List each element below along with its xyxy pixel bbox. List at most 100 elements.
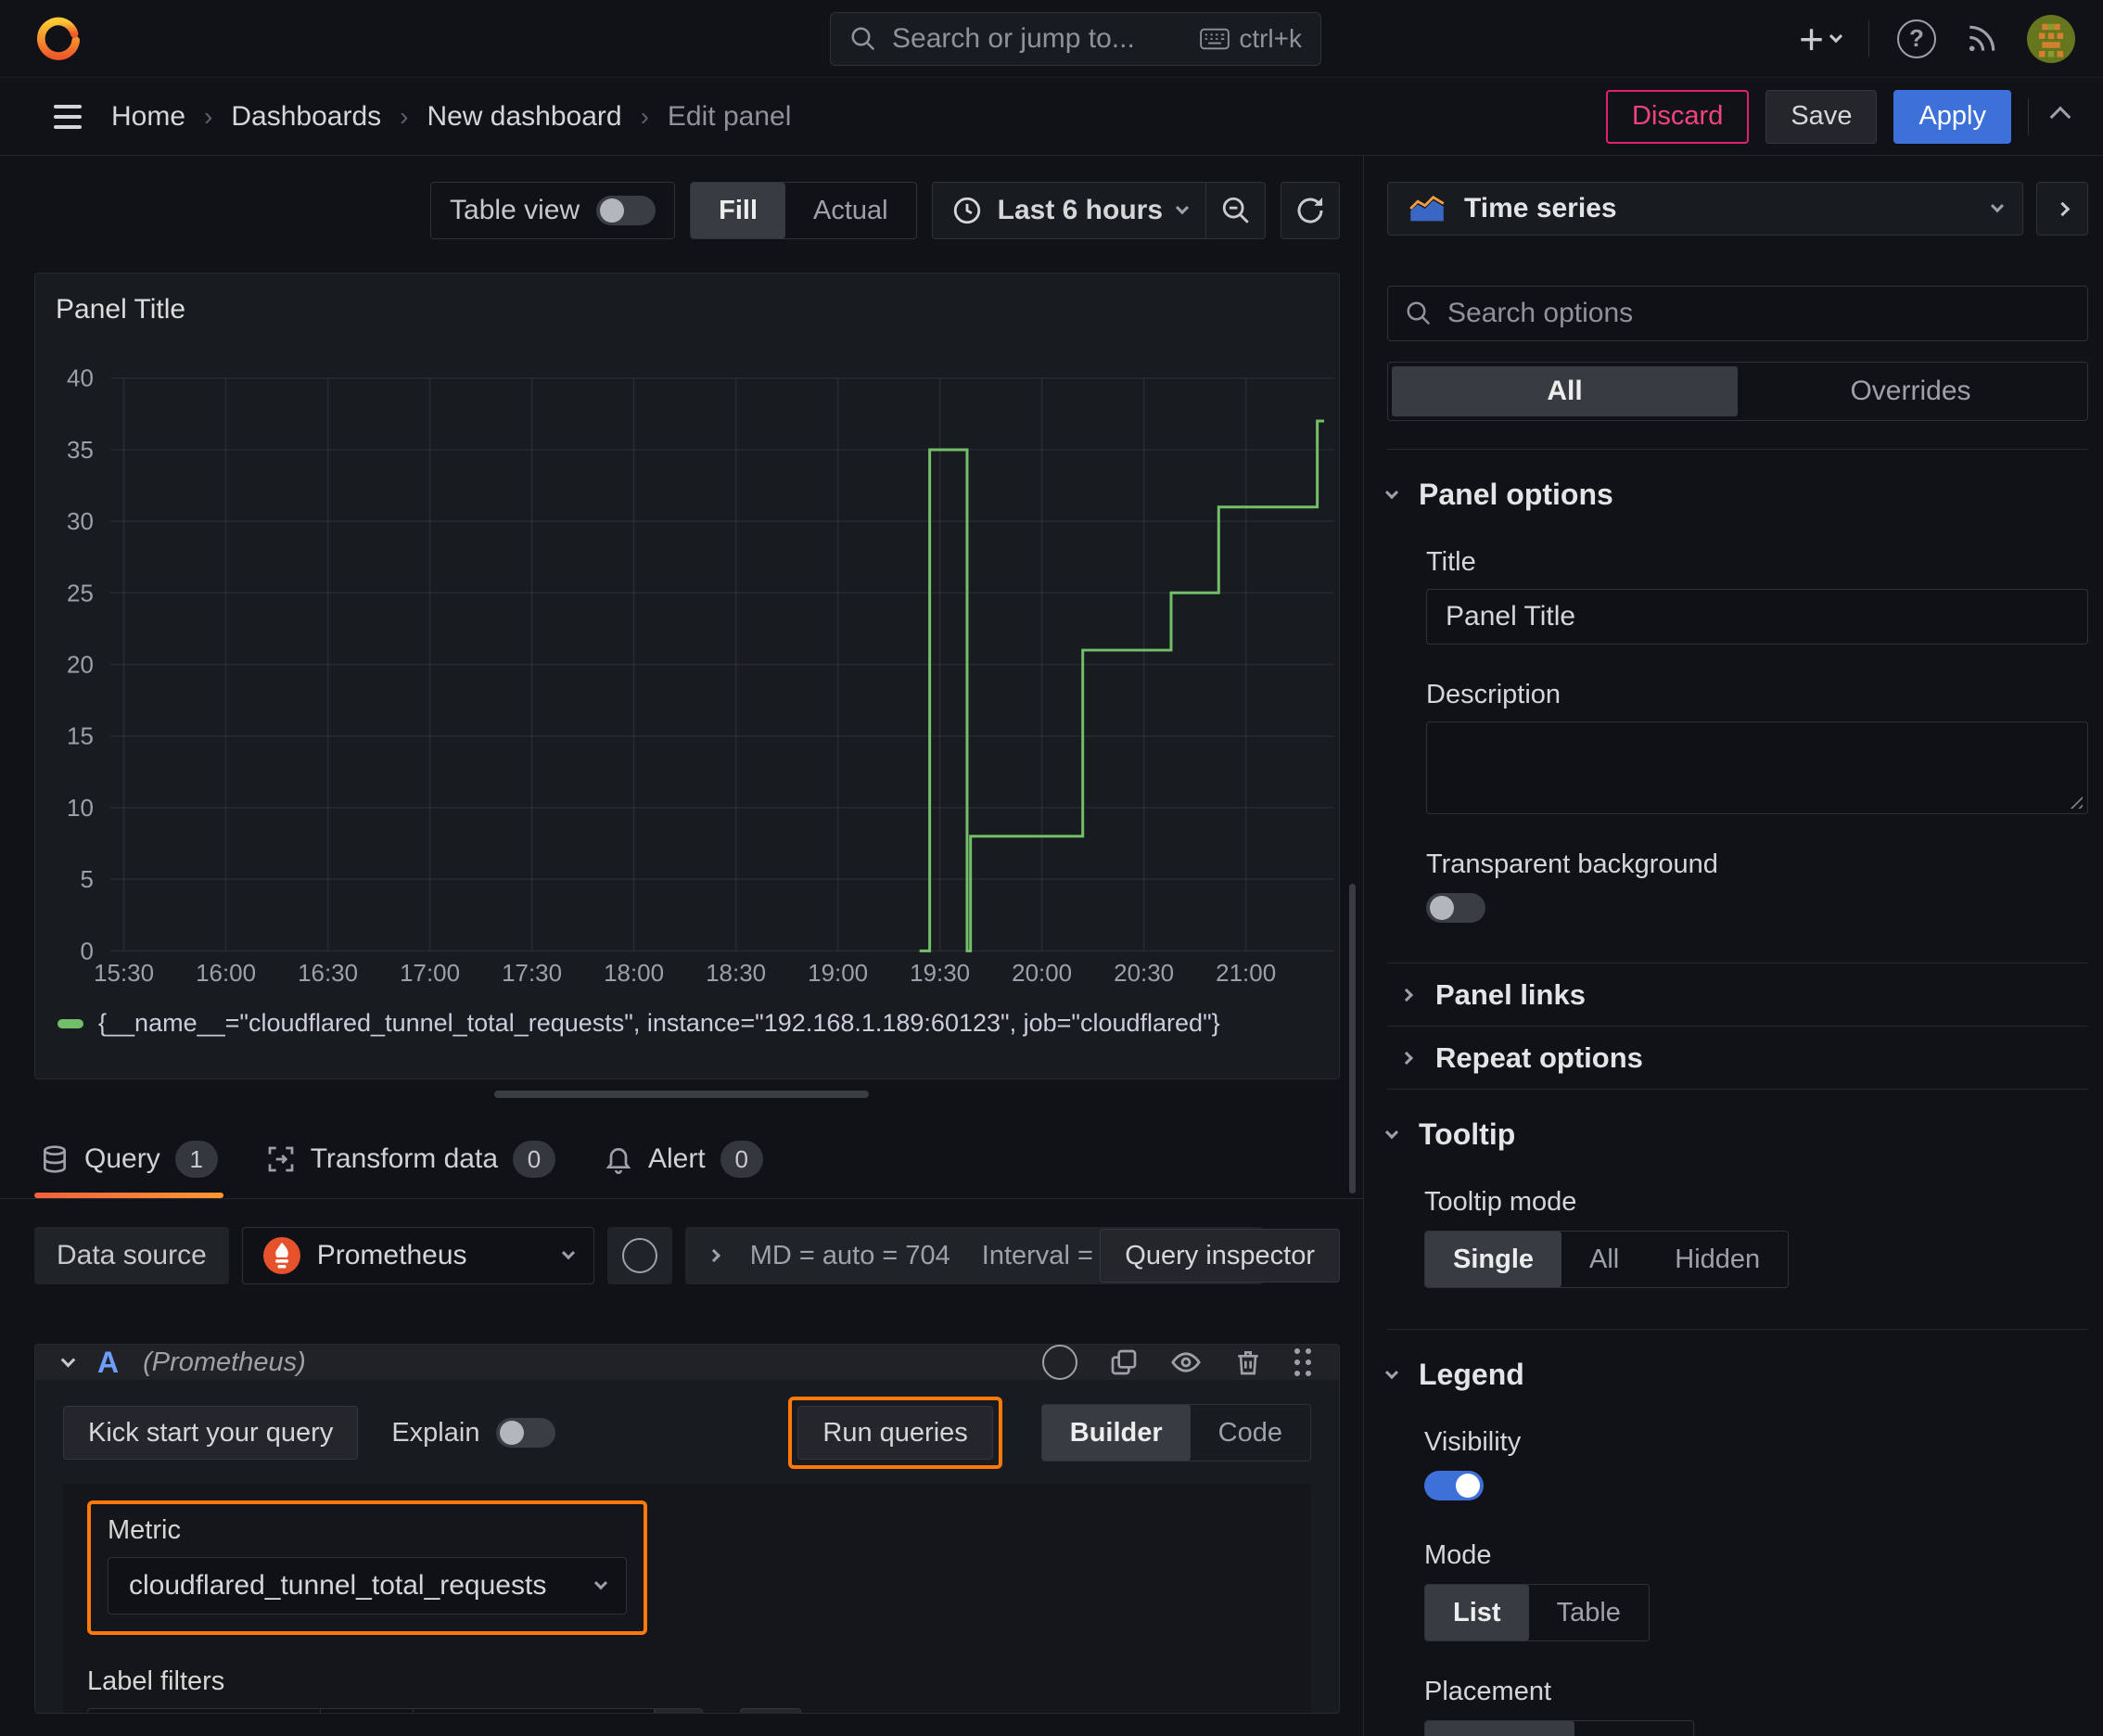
panel-editor-column: Table view Fill Actual Last 6 hours Pane… [0, 156, 1363, 1736]
query-row-header[interactable]: A (Prometheus) [35, 1345, 1339, 1380]
tab-transform-data[interactable]: Transform data 0 [261, 1131, 561, 1198]
add-menu-button[interactable]: + [1799, 14, 1843, 64]
legend-header[interactable]: Legend [1384, 1358, 2088, 1392]
datasource-picker[interactable]: Prometheus [241, 1227, 594, 1284]
breadcrumb-home[interactable]: Home [111, 101, 185, 133]
actual-option[interactable]: Actual [785, 183, 916, 238]
svg-text:20: 20 [67, 653, 94, 679]
duplicate-query-icon[interactable] [1109, 1347, 1139, 1377]
title-label: Title [1426, 547, 1476, 577]
grafana-logo-icon[interactable] [35, 16, 82, 62]
search-options-input[interactable]: Search options [1387, 286, 2088, 341]
help-icon[interactable]: ? [1897, 19, 1936, 58]
tooltip-header[interactable]: Tooltip [1384, 1117, 2088, 1152]
save-button[interactable]: Save [1765, 89, 1878, 144]
legend-placement-bottom[interactable]: Bottom [1425, 1721, 1575, 1736]
global-search-input[interactable]: Search or jump to... ctrl+k [830, 12, 1321, 66]
legend-mode-table[interactable]: Table [1529, 1585, 1649, 1640]
datasource-help-button[interactable] [606, 1227, 672, 1284]
panel-preview: Panel Title 0 5 10 15 20 25 30 35 40 15:30 16:00 16… [34, 273, 1340, 1079]
menu-toggle-icon[interactable] [54, 104, 82, 129]
collapse-query-chevron-icon[interactable] [60, 1352, 76, 1367]
transparent-background-toggle[interactable] [1426, 893, 1485, 923]
svg-text:15:30: 15:30 [94, 961, 154, 987]
explain-toggle[interactable] [496, 1418, 556, 1448]
search-placeholder: Search or jump to... [892, 23, 1135, 54]
legend-mode-list[interactable]: List [1425, 1585, 1529, 1640]
tooltip-mode-hidden[interactable]: Hidden [1647, 1232, 1788, 1287]
table-view-control: Table view [430, 182, 676, 239]
query-builder-editor: Metric cloudflared_tunnel_total_requests… [63, 1484, 1311, 1713]
visualization-picker[interactable]: Time series [1387, 182, 2023, 236]
kick-start-query-button[interactable]: Kick start your query [63, 1406, 359, 1460]
tab-query-label: Query [84, 1143, 160, 1174]
panel-options-header[interactable]: Panel options [1384, 478, 2088, 512]
tooltip-mode-single[interactable]: Single [1425, 1232, 1562, 1287]
query-help-icon[interactable] [1042, 1345, 1077, 1380]
time-range-button[interactable]: Last 6 hours [933, 195, 1205, 226]
fill-option[interactable]: Fill [691, 183, 786, 238]
delete-query-trash-icon[interactable] [1233, 1347, 1263, 1377]
metric-value: cloudflared_tunnel_total_requests [129, 1570, 547, 1601]
clock-icon [953, 197, 980, 224]
repeat-options-section[interactable]: Repeat options [1387, 1027, 2088, 1090]
collapse-options-button[interactable] [2036, 182, 2088, 236]
svg-text:19:00: 19:00 [808, 961, 868, 987]
add-filter-button[interactable]: + [740, 1708, 801, 1713]
legend-visibility-toggle[interactable] [1424, 1471, 1484, 1500]
query-inspector-button[interactable]: Query inspector [1100, 1229, 1340, 1283]
svg-text:5: 5 [80, 867, 93, 893]
svg-text:18:00: 18:00 [604, 961, 664, 987]
select-label-dropdown[interactable]: Select label [87, 1708, 321, 1713]
tab-transform-badge: 0 [513, 1141, 555, 1178]
editor-scrollbar[interactable] [1349, 884, 1356, 1194]
svg-text:16:00: 16:00 [196, 961, 256, 987]
remove-filter-button[interactable]: × [655, 1708, 703, 1713]
tab-alert-badge: 0 [720, 1141, 763, 1178]
pane-resize-handle[interactable] [494, 1091, 869, 1098]
pane-size-segment: Fill Actual [690, 182, 917, 239]
options-expand-chevron-icon [707, 1248, 720, 1263]
timeseries-chart[interactable]: 0 5 10 15 20 25 30 35 40 15:30 16:00 16:30 17:00 17:3… [35, 274, 1339, 1079]
table-view-toggle[interactable] [596, 196, 656, 225]
metric-select[interactable]: cloudflared_tunnel_total_requests [108, 1557, 627, 1615]
breadcrumb-new-dashboard[interactable]: New dashboard [427, 101, 621, 133]
drag-query-handle-icon[interactable] [1294, 1348, 1311, 1376]
refresh-button[interactable] [1281, 182, 1340, 239]
legend-mode-label: Mode [1424, 1540, 1492, 1570]
user-avatar[interactable] [2027, 14, 2075, 63]
tab-query[interactable]: Query 1 [34, 1131, 223, 1198]
svg-text:30: 30 [67, 509, 94, 535]
panel-options-section: Panel options Title Panel Title Descript… [1384, 449, 2088, 964]
legend-placement-right[interactable]: Right [1574, 1721, 1693, 1736]
tooltip-mode-all[interactable]: All [1561, 1232, 1647, 1287]
query-datasource-hint: (Prometheus) [143, 1347, 306, 1377]
builder-option[interactable]: Builder [1041, 1405, 1191, 1461]
apply-button[interactable]: Apply [1893, 89, 2011, 144]
legend-section: Legend Visibility Mode List Table Placem… [1384, 1358, 2088, 1736]
tab-transform-label: Transform data [310, 1143, 498, 1174]
code-option[interactable]: Code [1191, 1405, 1310, 1461]
filter-overrides-tab[interactable]: Overrides [1738, 366, 2084, 416]
metric-highlight: Metric cloudflared_tunnel_total_requests [87, 1500, 647, 1635]
tab-alert[interactable]: Alert 0 [598, 1131, 769, 1198]
operator-dropdown[interactable]: = [321, 1708, 414, 1713]
filter-all-tab[interactable]: All [1392, 366, 1738, 416]
description-textarea[interactable] [1426, 721, 2088, 814]
svg-text:40: 40 [67, 366, 94, 392]
panel-title-input[interactable]: Panel Title [1426, 589, 2088, 645]
actions-divider [2028, 97, 2029, 135]
discard-button[interactable]: Discard [1606, 89, 1750, 144]
query-toolbar: Kick start your query Explain Run querie… [63, 1397, 1311, 1469]
breadcrumb: Home › Dashboards › New dashboard › Edit… [111, 101, 791, 133]
chart-legend[interactable]: {__name__="cloudflared_tunnel_total_requ… [57, 1009, 1220, 1038]
run-queries-button[interactable]: Run queries [797, 1406, 993, 1460]
breadcrumb-dashboards[interactable]: Dashboards [231, 101, 381, 133]
news-rss-icon[interactable] [1964, 21, 1999, 57]
toggle-visibility-eye-icon[interactable] [1170, 1347, 1202, 1378]
zoom-out-time-button[interactable] [1205, 183, 1265, 238]
select-value-dropdown[interactable]: Select value [414, 1708, 655, 1713]
tooltip-section: Tooltip Tooltip mode Single All Hidden [1384, 1117, 2088, 1330]
panel-links-section[interactable]: Panel links [1387, 964, 2088, 1027]
collapse-pane-chevron-up-icon[interactable] [2046, 106, 2075, 127]
